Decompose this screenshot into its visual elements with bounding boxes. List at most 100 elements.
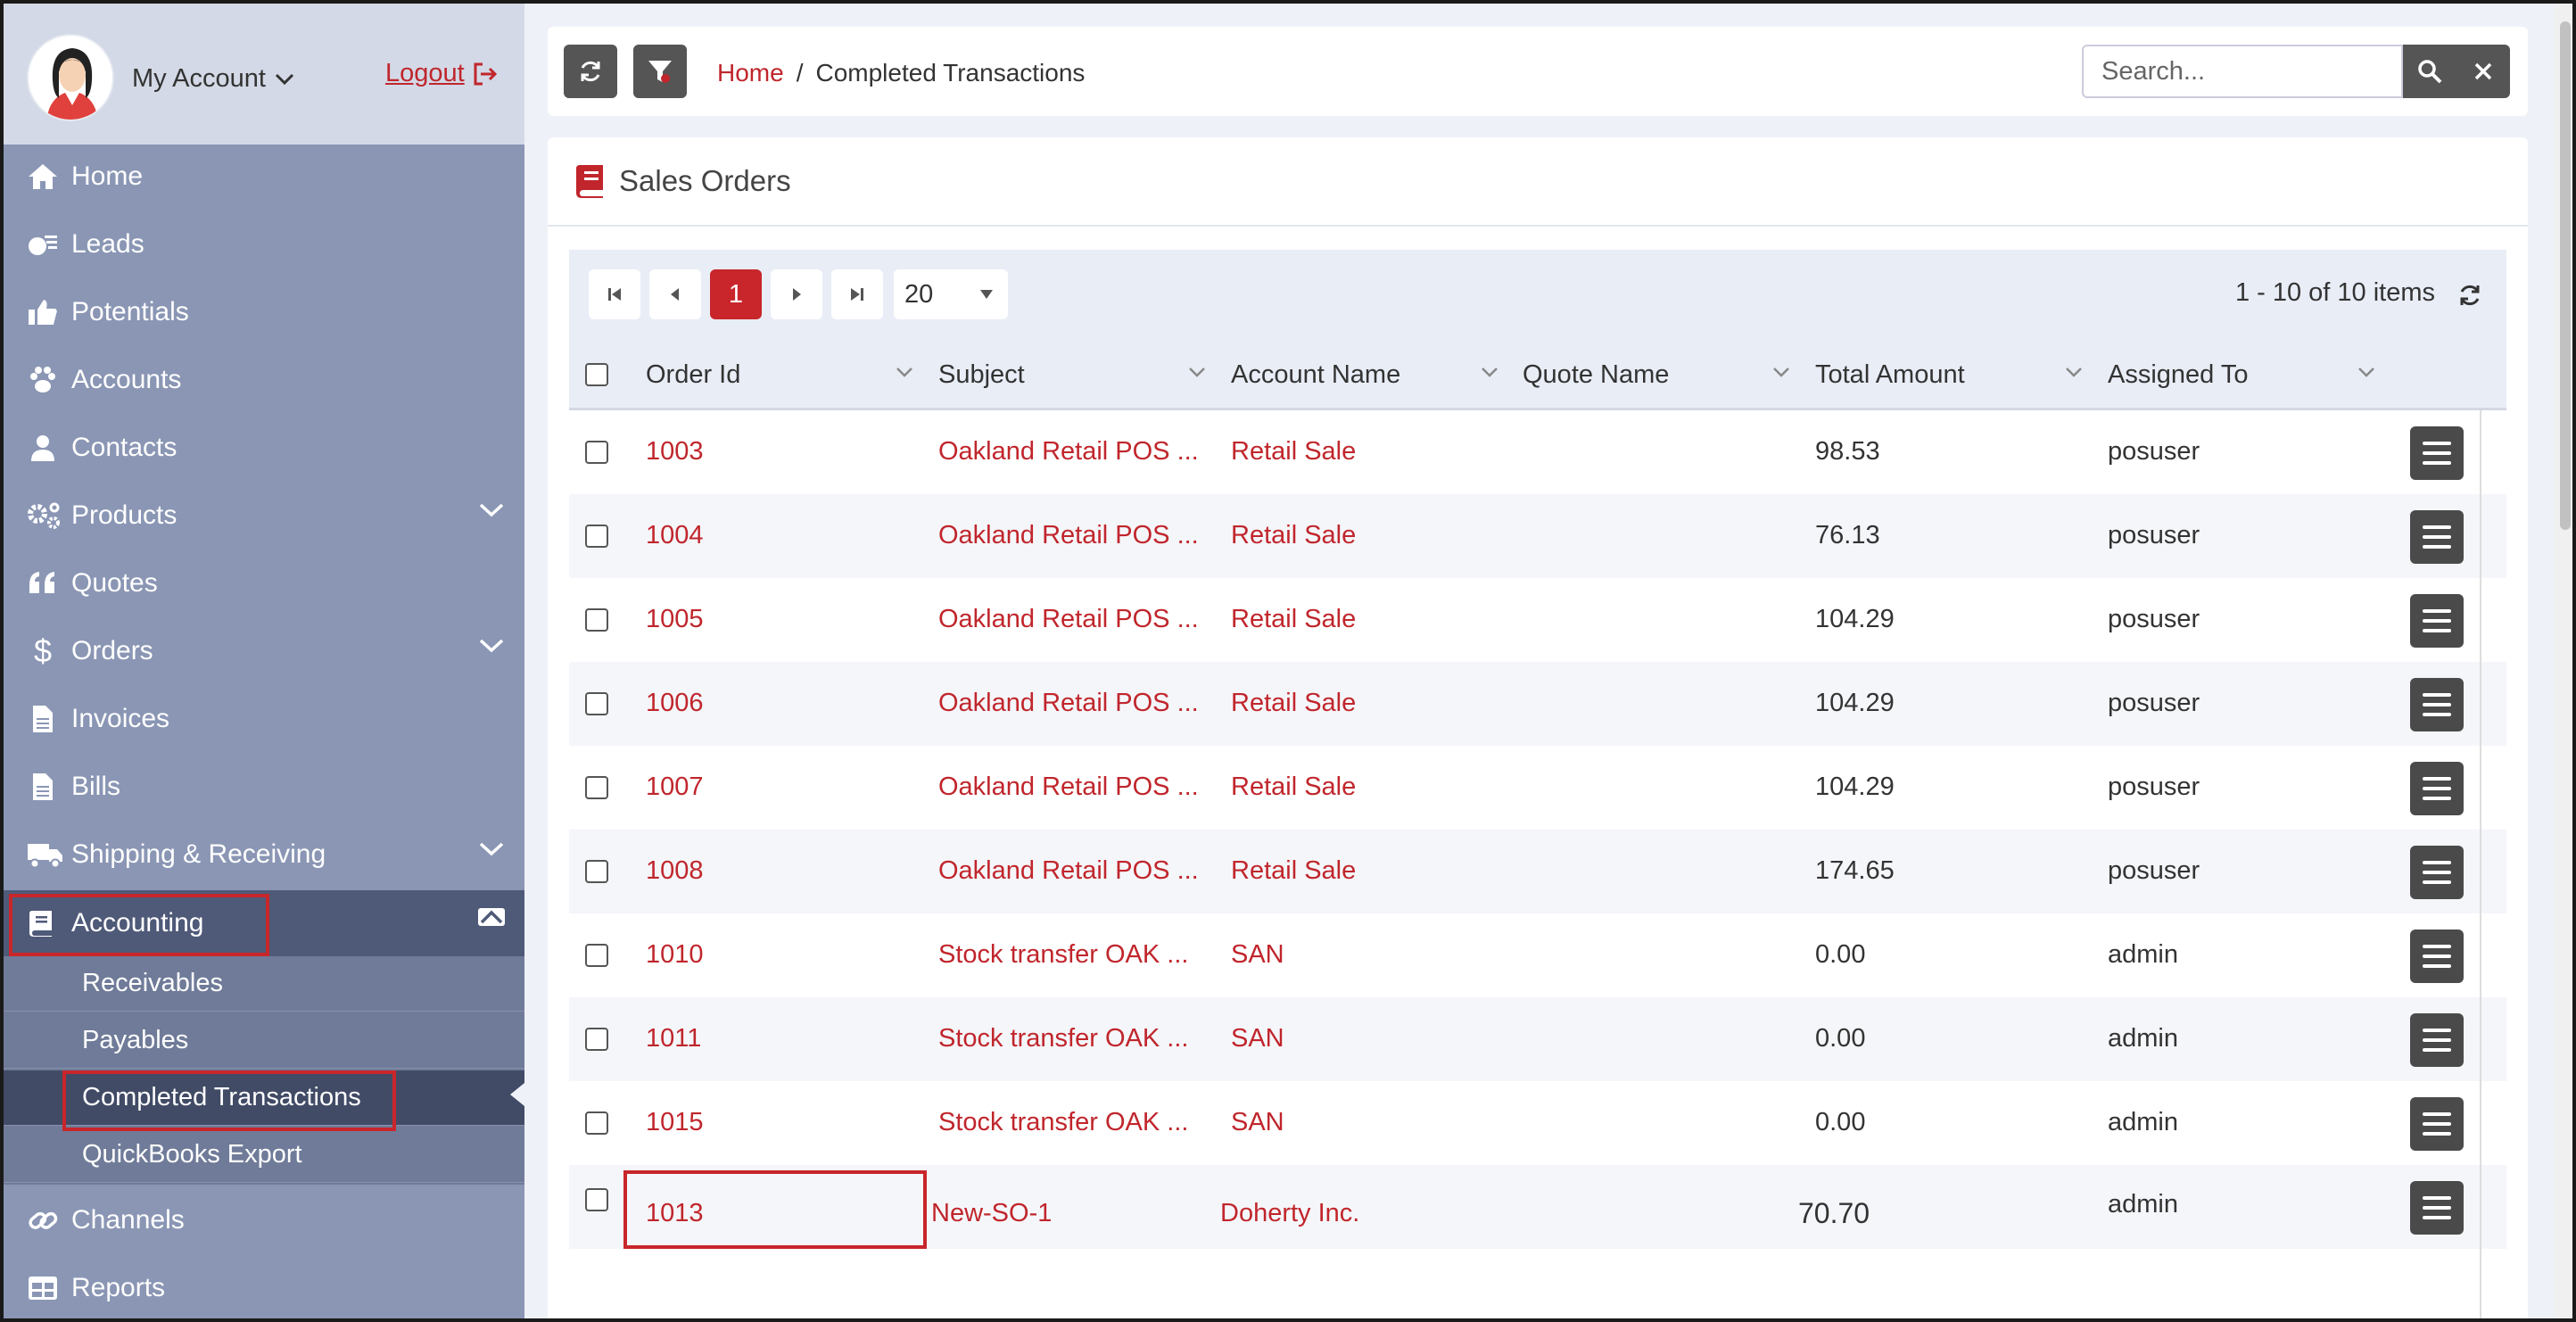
account-name-link[interactable]: Doherty Inc. [1220,1199,1359,1228]
sidebar-item-quotes[interactable]: Quotes [4,551,524,616]
avatar[interactable] [27,34,114,121]
chevron-down-icon[interactable] [2065,366,2083,378]
chevron-down-icon[interactable] [1481,366,1499,378]
column-header-subject[interactable]: Subject [938,339,1206,410]
page-size-select[interactable]: 20 [894,269,1008,319]
chevron-down-icon[interactable] [1188,366,1206,378]
table-row[interactable]: 1004 Oakland Retail POS ... Retail Sale … [569,494,2506,578]
first-page-button[interactable] [589,269,640,319]
chevron-down-icon[interactable] [478,501,505,519]
table-row[interactable]: 1006 Oakland Retail POS ... Retail Sale … [569,662,2506,746]
account-name-link[interactable]: Retail Sale [1231,773,1356,802]
order-id-link[interactable]: 1010 [646,940,704,970]
row-actions-button[interactable] [2410,594,2464,648]
refresh-icon[interactable] [2456,282,2483,309]
search-input[interactable] [2082,45,2403,98]
table-row[interactable]: 1007 Oakland Retail POS ... Retail Sale … [569,746,2506,830]
sidebar-item-orders[interactable]: $ Orders [4,619,524,683]
row-actions-button[interactable] [2410,762,2464,815]
row-checkbox[interactable] [585,944,608,967]
column-header-account-name[interactable]: Account Name [1231,339,1499,410]
my-account-menu[interactable]: My Account [132,64,294,94]
page-1-button[interactable]: 1 [710,269,762,319]
refresh-button[interactable] [564,45,617,98]
sidebar-item-channels[interactable]: Channels [4,1188,524,1252]
row-checkbox[interactable] [585,692,608,715]
table-row[interactable]: 1005 Oakland Retail POS ... Retail Sale … [569,578,2506,662]
account-name-link[interactable]: Retail Sale [1231,689,1356,718]
table-scroll-track[interactable] [2480,410,2481,1318]
column-header-assigned-to[interactable]: Assigned To [2108,339,2375,410]
order-id-link[interactable]: 1006 [646,689,704,718]
subject-link[interactable]: Oakland Retail POS ... [938,773,1199,802]
subject-link[interactable]: Oakland Retail POS ... [938,856,1199,886]
chevron-down-icon[interactable] [2357,366,2375,378]
row-checkbox[interactable] [585,860,608,883]
order-id-link[interactable]: 1015 [646,1108,704,1137]
chevron-up-icon[interactable] [478,908,505,926]
sidebar-subitem-quickbooks-export[interactable]: QuickBooks Export [4,1128,524,1183]
breadcrumb-home[interactable]: Home [717,59,784,87]
row-actions-button[interactable] [2410,1097,2464,1151]
previous-page-button[interactable] [649,269,701,319]
chevron-down-icon[interactable] [896,366,913,378]
account-name-link[interactable]: SAN [1231,940,1284,970]
row-checkbox[interactable] [585,776,608,799]
chevron-down-icon[interactable] [478,840,505,858]
logout-link[interactable]: Logout [385,59,499,88]
sidebar-item-contacts[interactable]: Contacts [4,416,524,480]
row-actions-button[interactable] [2410,846,2464,899]
chevron-down-icon[interactable] [478,637,505,655]
sidebar-item-products[interactable]: Products [4,483,524,548]
subject-link[interactable]: Stock transfer OAK ... [938,1024,1188,1053]
row-checkbox[interactable] [585,608,608,632]
row-checkbox[interactable] [585,441,608,464]
sidebar-item-potentials[interactable]: Potentials [4,280,524,344]
row-checkbox[interactable] [585,525,608,548]
sidebar-subitem-payables[interactable]: Payables [4,1013,524,1069]
page-scroll-thumb[interactable] [2560,21,2571,530]
subject-link[interactable]: Oakland Retail POS ... [938,605,1199,634]
sidebar-item-accounts[interactable]: Accounts [4,348,524,412]
column-header-total-amount[interactable]: Total Amount [1815,339,2083,410]
subject-link[interactable]: Stock transfer OAK ... [938,1108,1188,1137]
row-checkbox[interactable] [585,1028,608,1051]
select-all-checkbox[interactable] [585,363,608,386]
order-id-link[interactable]: 1007 [646,773,704,802]
row-checkbox[interactable] [585,1111,608,1135]
account-name-link[interactable]: SAN [1231,1108,1284,1137]
row-actions-button[interactable] [2410,1013,2464,1067]
table-row[interactable]: 1003 Oakland Retail POS ... Retail Sale … [569,410,2506,494]
sidebar-item-bills[interactable]: Bills [4,755,524,819]
table-row[interactable]: 1008 Oakland Retail POS ... Retail Sale … [569,830,2506,913]
sidebar-subitem-receivables[interactable]: Receivables [4,956,524,1012]
column-header-order-id[interactable]: Order Id [646,339,913,410]
order-id-link[interactable]: 1004 [646,521,704,550]
row-actions-button[interactable] [2410,1181,2464,1235]
row-actions-button[interactable] [2410,930,2464,983]
chevron-down-icon[interactable] [1772,366,1790,378]
row-actions-button[interactable] [2410,510,2464,564]
order-id-link[interactable]: 1003 [646,437,704,467]
order-id-link[interactable]: 1008 [646,856,704,886]
subject-link[interactable]: Oakland Retail POS ... [938,689,1199,718]
table-row[interactable]: 1011 Stock transfer OAK ... SAN 0.00 adm… [569,997,2506,1081]
row-checkbox[interactable] [585,1188,608,1211]
subject-link[interactable]: New-SO-1 [931,1199,1052,1228]
sidebar-item-leads[interactable]: Leads [4,212,524,277]
sidebar-item-reports[interactable]: Reports [4,1256,524,1318]
clear-search-button[interactable] [2456,45,2510,98]
sidebar-item-home[interactable]: Home [4,145,524,209]
order-id-link[interactable]: 1011 [646,1024,701,1053]
sidebar-item-invoices[interactable]: Invoices [4,687,524,751]
column-header-quote-name[interactable]: Quote Name [1523,339,1790,410]
account-name-link[interactable]: Retail Sale [1231,605,1356,634]
subject-link[interactable]: Stock transfer OAK ... [938,940,1188,970]
row-actions-button[interactable] [2410,678,2464,731]
subject-link[interactable]: Oakland Retail POS ... [938,521,1199,550]
account-name-link[interactable]: SAN [1231,1024,1284,1053]
account-name-link[interactable]: Retail Sale [1231,856,1356,886]
account-name-link[interactable]: Retail Sale [1231,437,1356,467]
row-actions-button[interactable] [2410,426,2464,480]
next-page-button[interactable] [771,269,822,319]
